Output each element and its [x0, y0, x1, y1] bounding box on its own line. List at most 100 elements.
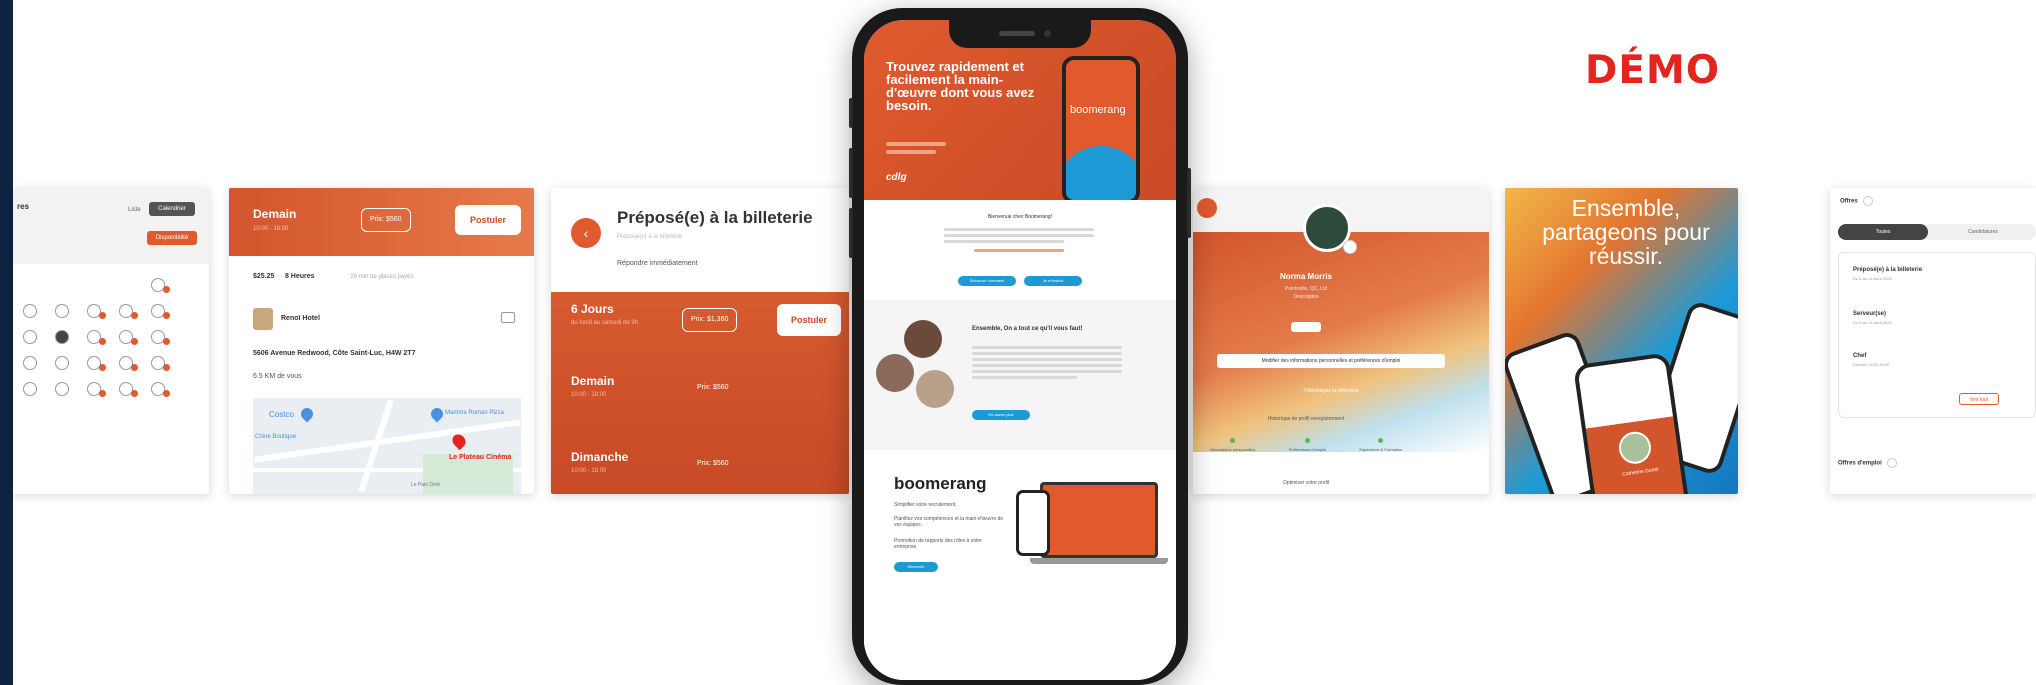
offer-item-sub: Du 6 au 14 Août 2024 — [1853, 276, 1892, 281]
ticket-row-1[interactable]: Demain 10:00 - 18:00 Prix: $560 — [551, 360, 849, 428]
calendar-day[interactable] — [55, 382, 69, 396]
tab-applications[interactable]: Candidatures — [1938, 224, 2028, 240]
offer-address: 5606 Avenue Redwood, Côte Saint-Luc, H4W… — [253, 350, 416, 357]
ticket-row-0[interactable]: 6 Jours du lundi au samedi de 9h Prix: $… — [551, 292, 849, 360]
phone-signup-button[interactable]: Je m'inscris — [1024, 276, 1082, 286]
stat-0[interactable]: Informations personnelles — [1210, 447, 1256, 452]
offer-item-sub: Demain 10:00-18:00 — [1853, 362, 1890, 367]
ticket-row-0-price: Prix: $1,360 — [682, 308, 738, 332]
profile-stats: Informations personnelles Préférences d'… — [1193, 438, 1419, 452]
offers-tabs: Toutes Candidatures — [1838, 224, 2036, 240]
promo-person: Catherine Durtel — [1621, 466, 1659, 478]
calendar-day[interactable] — [55, 278, 69, 292]
ticket-row-2[interactable]: Dimanche 10:00 - 18:00 Prix: $560 — [551, 428, 849, 494]
calendar-day[interactable] — [23, 330, 37, 344]
gallery-stage: DÉMO res Liste Calendrier Disponibilité … — [0, 0, 2036, 685]
edit-avatar-icon[interactable] — [1343, 240, 1357, 254]
calendar-panel: res Liste Calendrier Disponibilité — [13, 188, 209, 494]
calendar-badge — [131, 338, 138, 345]
ticket-row-1-price: Prix: $560 — [697, 384, 729, 391]
offer-item[interactable]: Serveur(se) Du 6 au 14 Août 2024 — [1853, 311, 1892, 325]
calendar-header: res Liste Calendrier Disponibilité — [13, 188, 209, 264]
calendar-day[interactable] — [119, 278, 133, 292]
offer-item-sub: Du 6 au 14 Août 2024 — [1853, 320, 1892, 325]
phone-notch — [949, 20, 1091, 48]
demo-label: DÉMO — [1585, 48, 1720, 93]
phone-laptop — [1040, 482, 1158, 558]
calendar-day[interactable] — [23, 382, 37, 396]
offer-apply-button[interactable]: Postuler — [455, 205, 521, 235]
message-icon[interactable] — [501, 312, 515, 323]
promo-panel: Ensemble, partageons pour réussir. Cathe… — [1505, 188, 1738, 494]
offers-dropdown-icon[interactable] — [1863, 196, 1874, 206]
phone-hero-device-circle — [1066, 146, 1136, 200]
phone-quote-title: Ensemble, On a tout ce qu'il vous faut! — [972, 326, 1083, 332]
stat-dot-icon — [1230, 438, 1236, 443]
phone-hero-device-brand: boomerang — [1070, 104, 1126, 116]
profile-ref-button[interactable]: Téléchargez la référence — [1243, 384, 1419, 398]
calendar-day[interactable] — [87, 278, 101, 292]
calendar-badge — [131, 312, 138, 319]
offers-more-button[interactable]: Voir tout — [1959, 393, 1999, 405]
map-label-pizza: Mamma Roman Pizza — [445, 410, 505, 416]
calendar-day[interactable] — [55, 408, 69, 422]
phone-brand-line: Simplifier votre recrutement. — [894, 502, 957, 508]
ticket-row-1-label: Demain — [571, 374, 615, 388]
offer-panel: Demain 10:00 - 18:00 Prix: $560 Postuler… — [229, 188, 534, 494]
profile-edit-button[interactable]: Modifier des informations personnelles e… — [1217, 354, 1445, 368]
phone-hero-title: Trouvez rapidement et facilement la main… — [886, 59, 1035, 113]
back-button[interactable]: ‹ — [571, 218, 601, 248]
calendar-badge — [99, 312, 106, 319]
phone-side-button — [849, 148, 853, 198]
calendar-day[interactable] — [151, 408, 165, 422]
profile-footer[interactable]: Optimiser votre profil — [1193, 480, 1419, 486]
ticket-row-2-label: Dimanche — [571, 450, 629, 464]
calendar-day[interactable] — [55, 330, 69, 344]
phone-more-button[interactable]: En savoir plus — [972, 410, 1030, 420]
calendar-badge — [163, 364, 170, 371]
offer-map[interactable]: Costco Mamma Roman Pizza Chine Boutique … — [253, 398, 521, 494]
calendar-day[interactable] — [55, 304, 69, 318]
stat-dot-icon — [1304, 438, 1310, 443]
phone-laptop-base — [1030, 558, 1168, 564]
tab-all[interactable]: Toutes — [1838, 224, 1928, 240]
calendar-badge — [131, 364, 138, 371]
offers-list: Préposé(e) à la billeterie Du 6 au 14 Ao… — [1838, 252, 2036, 418]
phone-hero-text — [886, 142, 1026, 154]
calendar-day[interactable] — [23, 278, 37, 292]
phone-quote-photo — [904, 320, 942, 358]
calendar-day[interactable] — [87, 408, 101, 422]
toggle-list[interactable]: Liste — [128, 207, 141, 213]
phone-welcome-title: Bienvenue chez Boomerang! — [987, 214, 1053, 220]
ticket-title: Préposé(e) à la billeterie — [617, 208, 813, 227]
offers-title: Offres — [1840, 198, 1858, 205]
calendar-day[interactable] — [119, 408, 133, 422]
stat-2[interactable]: Expérience & Formation — [1359, 447, 1402, 452]
offer-item[interactable]: Préposé(e) à la billeterie Du 6 au 14 Ao… — [1853, 267, 1922, 281]
calendar-badge — [131, 390, 138, 397]
offers-footer-icon[interactable] — [1887, 458, 1898, 468]
ticket-row-0-apply[interactable]: Postuler — [777, 304, 841, 336]
phone-brand-button[interactable]: Découvrir — [894, 562, 938, 572]
calendar-badge — [99, 390, 106, 397]
phone-welcome: Bienvenue chez Boomerang! Découvrir comm… — [864, 200, 1176, 300]
profile-sub: Description — [1293, 294, 1319, 300]
phone-quote-photo — [916, 370, 954, 408]
promo-avatar — [1616, 429, 1654, 466]
stat-1[interactable]: Préférences d'emploi — [1289, 447, 1326, 452]
map-pin-pizza — [428, 405, 446, 423]
calendar-badge — [163, 312, 170, 319]
availability-badge[interactable]: Disponibilité — [147, 231, 197, 245]
calendar-day[interactable] — [23, 304, 37, 318]
offers-panel: Offres Toutes Candidatures Préposé(e) à … — [1830, 188, 2036, 494]
calendar-day[interactable] — [55, 356, 69, 370]
offer-item-title: Chef — [1853, 353, 1867, 359]
calendar-day[interactable] — [23, 356, 37, 370]
toggle-calendar[interactable]: Calendrier — [149, 202, 195, 216]
phone-discover-button[interactable]: Découvrir comment — [958, 276, 1016, 286]
phone-quote: Ensemble, On a tout ce qu'il vous faut! … — [864, 300, 1176, 450]
profile-back-button[interactable] — [1197, 198, 1217, 218]
ticket-rows: 6 Jours du lundi au samedi de 9h Prix: $… — [551, 292, 849, 494]
calendar-day[interactable] — [23, 408, 37, 422]
offer-item[interactable]: Chef Demain 10:00-18:00 — [1853, 353, 1889, 367]
